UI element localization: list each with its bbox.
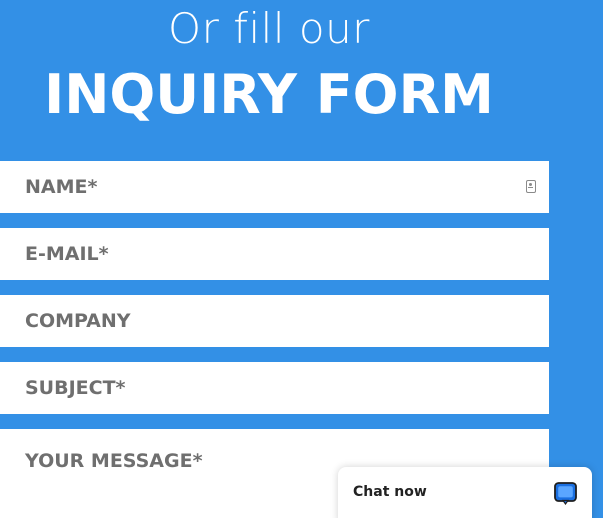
subject-placeholder: SUBJECT*: [25, 377, 126, 399]
chat-now-label[interactable]: Chat now: [353, 483, 427, 501]
name-placeholder: NAME*: [25, 176, 98, 198]
chat-bubble-icon[interactable]: [554, 482, 577, 505]
inquiry-form-page: Or fill our INQUIRY FORM NAME* E-MAIL* C…: [0, 0, 607, 518]
company-field[interactable]: COMPANY: [0, 295, 549, 347]
company-placeholder: COMPANY: [25, 310, 131, 332]
contact-card-icon[interactable]: [526, 180, 536, 193]
email-field[interactable]: E-MAIL*: [0, 228, 549, 280]
email-placeholder: E-MAIL*: [25, 243, 109, 265]
form-subtitle: Or fill our: [168, 4, 370, 53]
message-placeholder: YOUR MESSAGE*: [25, 450, 203, 472]
form-title: INQUIRY FORM: [44, 63, 494, 126]
chat-widget[interactable]: Chat now: [338, 467, 592, 518]
subject-field[interactable]: SUBJECT*: [0, 362, 549, 414]
name-field[interactable]: NAME*: [0, 161, 549, 213]
